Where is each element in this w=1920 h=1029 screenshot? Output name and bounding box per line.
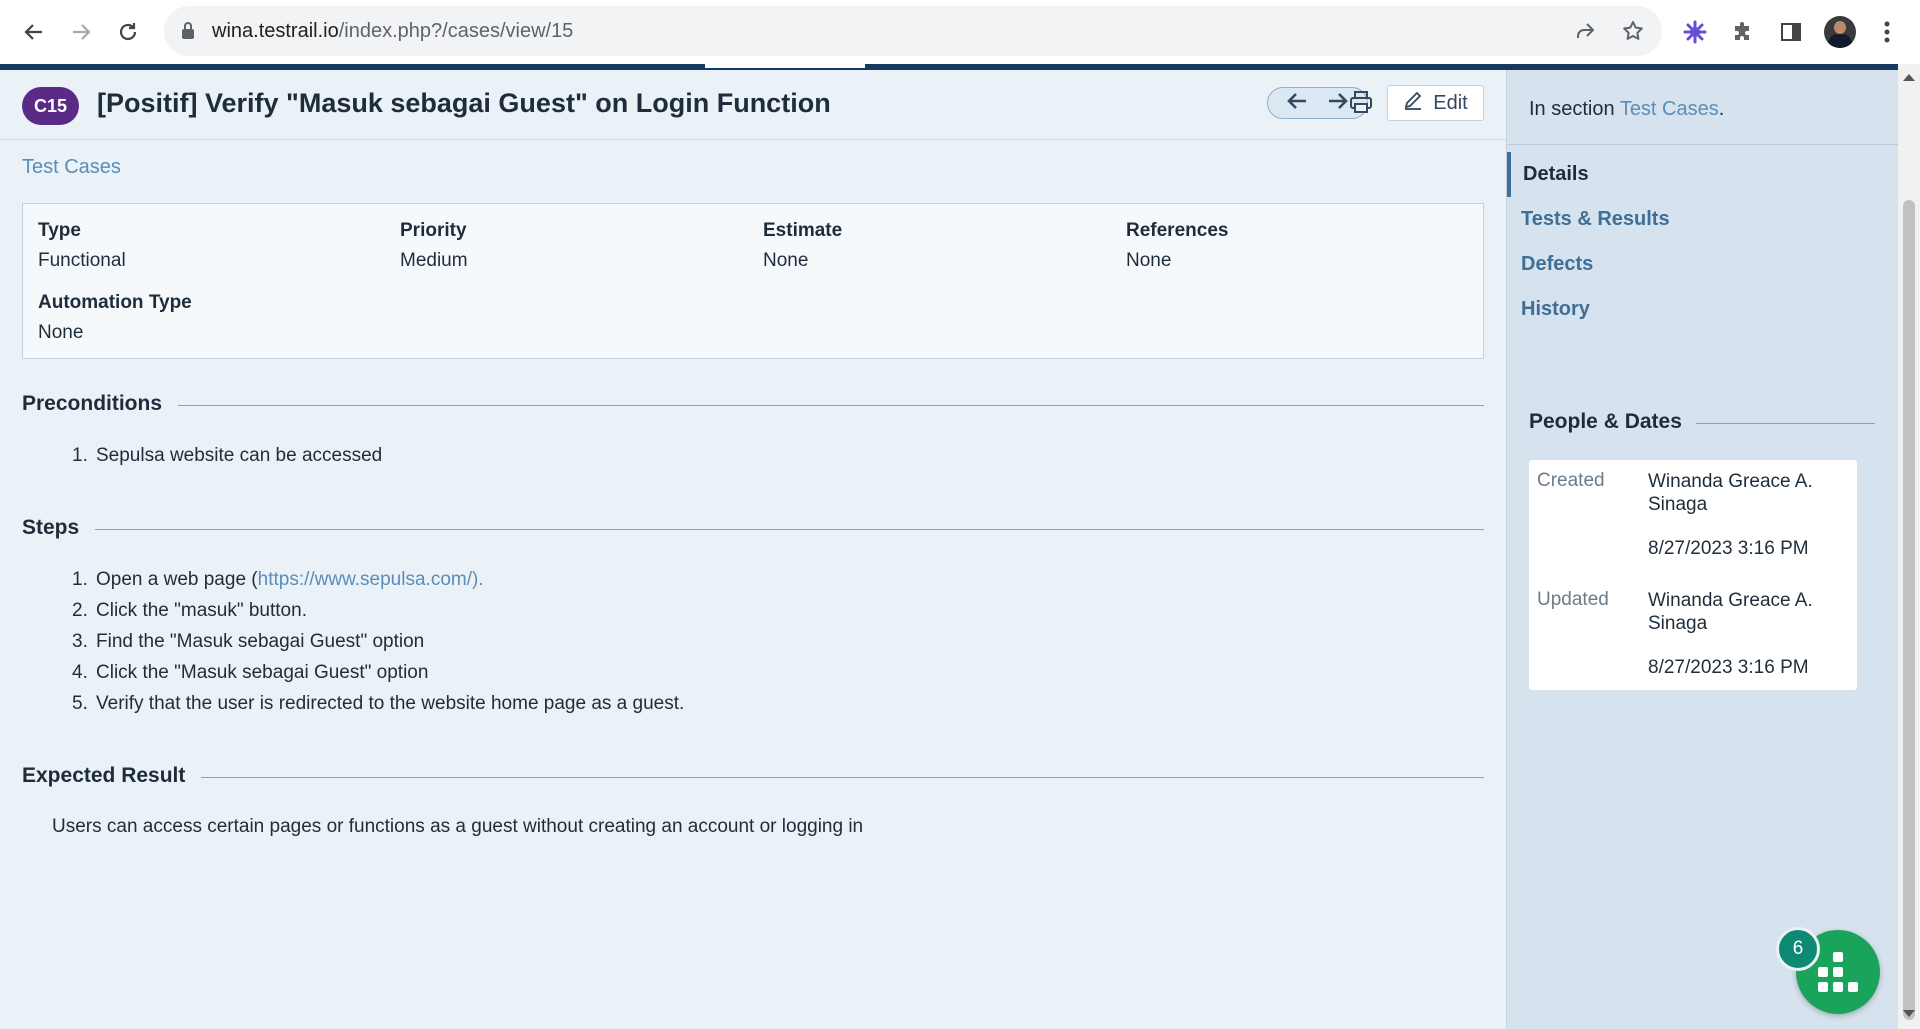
sidebar-nav: Details Tests & Results Defects History	[1507, 152, 1899, 332]
preconditions-list: 1. Sepulsa website can be accessed	[72, 440, 382, 471]
bookmark-star-icon[interactable]	[1620, 18, 1646, 44]
browser-toolbar: wina.testrail.io/index.php?/cases/view/1…	[0, 0, 1920, 64]
breadcrumb[interactable]: Test Cases	[22, 156, 121, 179]
previous-case-icon[interactable]	[1286, 92, 1308, 115]
field-label: References	[1126, 220, 1229, 241]
lock-icon	[180, 21, 196, 46]
list-item: 4. Click the "Masuk sebagai Guest" option	[72, 662, 429, 683]
people-dates-box: Created Winanda Greace A. Sinaga 8/27/20…	[1529, 460, 1857, 690]
print-icon[interactable]	[1345, 86, 1377, 118]
list-item: 2. Click the "masuk" button.	[72, 600, 307, 621]
section-title: Steps	[22, 516, 96, 540]
field-estimate: Estimate None	[763, 220, 842, 272]
section-title: Preconditions	[22, 392, 179, 416]
list-item: 5. Verify that the user is redirected to …	[72, 693, 685, 714]
section-title: People & Dates	[1529, 410, 1696, 434]
field-references: References None	[1126, 220, 1228, 272]
case-fields: Type Functional Priority Medium Estimate…	[22, 203, 1484, 359]
scroll-up-arrow-icon[interactable]	[1903, 74, 1915, 81]
updated-date: 8/27/2023 3:16 PM	[1648, 657, 1809, 678]
url-text: wina.testrail.io/index.php?/cases/view/1…	[212, 20, 574, 42]
case-main: C15 [Positif] Verify "Masuk sebagai Gues…	[0, 70, 1506, 1029]
updated-label: Updated	[1537, 589, 1609, 610]
created-date: 8/27/2023 3:16 PM	[1648, 538, 1809, 559]
sidebar-item-history[interactable]: History	[1507, 287, 1899, 332]
list-item: 1. Open a web page (https://www.sepulsa.c…	[72, 569, 484, 590]
section-title: Expected Result	[22, 764, 202, 788]
preconditions-header: Preconditions	[22, 392, 1484, 422]
people-dates-header: People & Dates	[1529, 410, 1875, 440]
created-by: Winanda Greace A. Sinaga	[1648, 471, 1813, 515]
edit-button-label: Edit	[1433, 91, 1468, 114]
expected-result-text: Users can access certain pages or functi…	[52, 816, 864, 837]
field-label: Priority	[400, 220, 467, 241]
profile-avatar[interactable]	[1824, 16, 1856, 48]
address-bar[interactable]: wina.testrail.io/index.php?/cases/view/1…	[164, 6, 1662, 56]
updated-by: Winanda Greace A. Sinaga	[1648, 590, 1813, 634]
scroll-down-arrow-icon[interactable]	[1903, 1010, 1915, 1017]
share-icon[interactable]	[1572, 18, 1598, 44]
field-value: Medium	[400, 250, 468, 271]
in-section-text: In section Test Cases.	[1529, 98, 1725, 120]
field-type: Type Functional	[38, 220, 126, 272]
expected-result-header: Expected Result	[22, 764, 1484, 794]
section-link[interactable]: Test Cases	[1620, 98, 1719, 120]
field-label: Estimate	[763, 220, 843, 241]
sepulsa-link[interactable]: https://www.sepulsa.com/).	[258, 569, 484, 590]
page-title: [Positif] Verify "Masuk sebagai Guest" o…	[97, 88, 831, 118]
scrollbar-thumb[interactable]	[1903, 200, 1915, 1020]
sidebar-item-tests-results[interactable]: Tests & Results	[1507, 197, 1899, 242]
field-value: None	[38, 322, 84, 343]
field-label: Type	[38, 220, 81, 241]
side-panel-icon[interactable]	[1776, 17, 1806, 47]
case-id-badge: C15	[22, 87, 79, 125]
field-value: None	[1126, 250, 1172, 271]
field-value: None	[763, 250, 809, 271]
steps-header: Steps	[22, 516, 1484, 546]
notification-badge: 6	[1776, 927, 1820, 971]
page-scrollbar[interactable]	[1898, 64, 1920, 1029]
extensions-puzzle-icon[interactable]	[1728, 17, 1758, 47]
list-item: 3. Find the "Masuk sebagai Guest" option	[72, 631, 425, 652]
menu-kebab-icon[interactable]	[1872, 17, 1902, 47]
created-label: Created	[1537, 470, 1605, 491]
list-item: 1. Sepulsa website can be accessed	[72, 445, 383, 466]
back-icon[interactable]	[16, 14, 52, 50]
field-automation-type: Automation Type None	[38, 292, 192, 344]
field-value: Functional	[38, 250, 126, 271]
sidebar-item-details[interactable]: Details	[1507, 152, 1899, 197]
field-priority: Priority Medium	[400, 220, 468, 272]
field-label: Automation Type	[38, 292, 192, 313]
steps-list: 1. Open a web page (https://www.sepulsa.c…	[72, 564, 684, 719]
sidebar-item-defects[interactable]: Defects	[1507, 242, 1899, 287]
case-sidebar: In section Test Cases. Details Tests & R…	[1506, 70, 1899, 1029]
edit-button[interactable]: Edit	[1387, 85, 1484, 121]
forward-icon[interactable]	[63, 14, 99, 50]
pencil-icon	[1403, 90, 1423, 116]
reload-icon[interactable]	[110, 14, 146, 50]
widget-grid-icon	[1818, 952, 1858, 992]
case-header: C15 [Positif] Verify "Masuk sebagai Gues…	[0, 70, 1506, 140]
extension-asterisk-icon[interactable]	[1680, 17, 1710, 47]
